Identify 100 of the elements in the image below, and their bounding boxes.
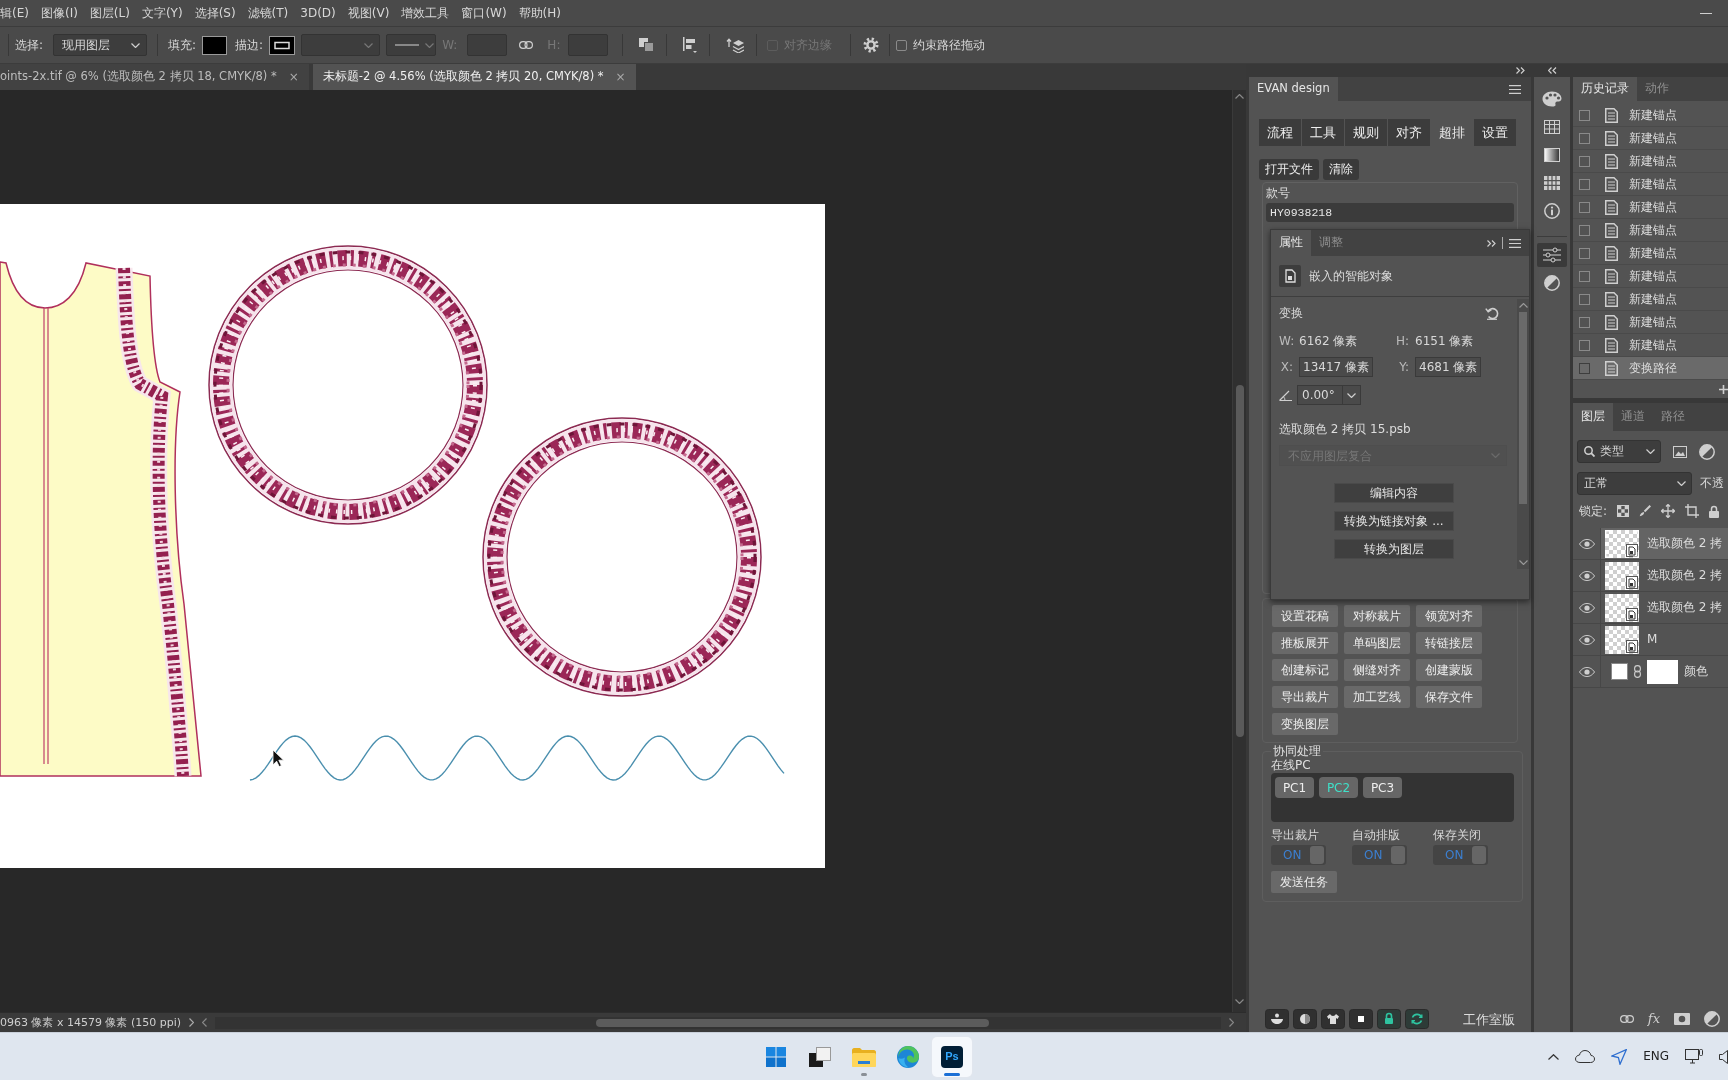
panel-tab[interactable]: 调整 — [1311, 230, 1351, 256]
layer-stack-icon[interactable] — [726, 37, 745, 53]
chevron-down-icon[interactable] — [1235, 999, 1244, 1004]
align-left-icon[interactable] — [683, 37, 698, 53]
menu-item[interactable]: 辑(E) — [0, 5, 29, 21]
menu-item[interactable]: 选择(S) — [194, 5, 236, 21]
mask-icon[interactable] — [1674, 1013, 1690, 1025]
scrollbar-thumb[interactable] — [596, 1018, 990, 1027]
fill-color-swatch[interactable] — [202, 35, 228, 55]
half-filled-circle-icon[interactable] — [1704, 1011, 1720, 1027]
chevron-right-icon[interactable] — [189, 1018, 195, 1027]
history-item[interactable]: 新建锚点 — [1573, 173, 1728, 196]
chevron-down-icon[interactable] — [1518, 560, 1528, 565]
panel-tab[interactable]: 路径 — [1653, 403, 1693, 431]
history-item[interactable]: 新建锚点 — [1573, 288, 1728, 311]
pc-button[interactable]: PC2 — [1319, 777, 1358, 799]
panel-tab[interactable]: 通道 — [1613, 403, 1653, 431]
crop-icon[interactable] — [1685, 504, 1700, 518]
eye-icon[interactable] — [1578, 538, 1595, 549]
menu-item[interactable]: 视图(V) — [347, 5, 390, 21]
checkbox-square-icon[interactable] — [1579, 270, 1590, 282]
position-field[interactable]: 13417 像素 — [1299, 357, 1373, 377]
fx-button[interactable]: fx — [1647, 1011, 1660, 1027]
angle-dropdown[interactable]: 0.00° — [1297, 385, 1361, 405]
menu-item[interactable]: 文字(Y) — [141, 5, 183, 21]
checkbox-square-icon[interactable] — [1579, 247, 1590, 259]
eye-icon[interactable] — [1578, 634, 1595, 645]
close-tab-button[interactable]: × — [288, 69, 299, 85]
menu-item[interactable]: 帮助(H) — [518, 5, 561, 21]
double-chevron-right-icon[interactable] — [1516, 67, 1525, 74]
checkbox-square-icon[interactable] — [1579, 178, 1590, 190]
action-button[interactable]: 转换为链接对象 ... — [1334, 511, 1454, 532]
brush-icon[interactable] — [1639, 505, 1652, 517]
panel-tab[interactable]: 属性 — [1271, 230, 1311, 256]
tool-button[interactable]: 设置花稿 — [1272, 605, 1338, 627]
scrollbar[interactable] — [1232, 90, 1246, 1012]
chevron-right-icon[interactable] — [1229, 1018, 1234, 1027]
document-tab[interactable]: oints-2x.tif @ 6% (选取颜色 2 拷贝 18, CMYK/8) * × — [0, 64, 309, 90]
history-item[interactable]: 新建锚点 — [1573, 104, 1728, 127]
tool-button[interactable]: 转链接层 — [1416, 632, 1482, 654]
swatch-grid-icon[interactable] — [1544, 176, 1560, 190]
tab[interactable]: 对齐 — [1388, 119, 1430, 146]
tab[interactable]: 规则 — [1345, 119, 1387, 146]
refresh-icon[interactable] — [1405, 1009, 1429, 1029]
scrollbar[interactable] — [215, 1016, 1221, 1029]
half-filled-circle-icon[interactable] — [1544, 275, 1560, 291]
blend-mode-dropdown[interactable]: 正常 — [1577, 471, 1692, 495]
info-icon[interactable] — [1544, 203, 1560, 219]
tool-button[interactable]: 对称裁片 — [1344, 605, 1410, 627]
bowl-icon[interactable] — [1265, 1009, 1289, 1029]
panel-tab[interactable]: EVAN design — [1249, 77, 1338, 101]
tool-button[interactable]: 保存文件 — [1416, 686, 1482, 708]
panel-tab[interactable]: 动作 — [1637, 77, 1677, 101]
chevron-left-icon[interactable] — [202, 1018, 208, 1027]
menu-icon[interactable] — [1509, 84, 1521, 94]
history-item[interactable]: 新建锚点 — [1573, 219, 1728, 242]
chevron-up-icon[interactable] — [1548, 1053, 1560, 1060]
checkbox-square-icon[interactable] — [1579, 201, 1590, 213]
settings-icon[interactable] — [863, 37, 880, 53]
eye-icon[interactable] — [1578, 602, 1595, 613]
plus-icon[interactable] — [1719, 384, 1728, 394]
square-icon[interactable] — [1349, 1009, 1373, 1029]
action-button[interactable]: 转换为图层 — [1334, 539, 1454, 560]
layer-row[interactable]: M — [1601, 624, 1728, 655]
history-item[interactable]: 新建锚点 — [1573, 127, 1728, 150]
menu-item[interactable]: 增效工具 — [401, 5, 450, 21]
t-shirt-icon[interactable] — [1321, 1009, 1345, 1029]
send-task-button[interactable]: 发送任务 — [1271, 870, 1337, 893]
tool-button[interactable]: 创建蒙版 — [1416, 659, 1482, 681]
tool-button[interactable]: 加工艺线 — [1344, 686, 1410, 708]
checkbox-square-icon[interactable] — [1579, 132, 1590, 144]
speaker-icon[interactable] — [1719, 1049, 1728, 1064]
menu-item[interactable]: 窗口(W) — [461, 5, 507, 21]
panel-tab[interactable]: 图层 — [1573, 403, 1613, 431]
tool-button[interactable]: 单码图层 — [1344, 632, 1410, 654]
checkbox-square-icon[interactable] — [1579, 155, 1590, 167]
checkbox-square-icon[interactable] — [1579, 339, 1590, 351]
document-tab[interactable]: 未标题-2 @ 4.56% (选取颜色 2 拷贝 20, CMYK/8) * × — [312, 64, 636, 90]
eye-icon[interactable] — [1578, 666, 1595, 677]
file-button[interactable]: 清除 — [1323, 159, 1359, 180]
menu-icon[interactable] — [1509, 238, 1521, 248]
pc-button[interactable]: PC1 — [1275, 777, 1314, 799]
move-icon[interactable] — [1661, 504, 1676, 518]
sliders-icon[interactable] — [1537, 243, 1567, 267]
position-field[interactable]: 4681 像素 — [1415, 357, 1482, 377]
cloud-icon[interactable] — [1575, 1050, 1596, 1063]
taskbar-app-button[interactable]: Ps — [932, 1036, 972, 1077]
overlapping-squares-icon[interactable] — [639, 38, 655, 52]
history-item[interactable]: 新建锚点 — [1573, 150, 1728, 173]
tab[interactable]: 流程 — [1259, 119, 1301, 146]
history-item[interactable]: 新建锚点 — [1573, 311, 1728, 334]
palette-icon[interactable] — [1542, 91, 1562, 107]
checkbox[interactable] — [896, 39, 908, 51]
language-indicator[interactable]: ENG — [1643, 1049, 1669, 1064]
action-button[interactable]: 编辑内容 — [1334, 483, 1454, 504]
checkbox-square-icon[interactable] — [1579, 362, 1590, 374]
scrollbar-thumb[interactable] — [1519, 312, 1527, 504]
tool-button[interactable]: 导出裁片 — [1272, 686, 1338, 708]
double-chevron-right-icon[interactable] — [1487, 239, 1496, 247]
eye-icon[interactable] — [1578, 570, 1595, 581]
